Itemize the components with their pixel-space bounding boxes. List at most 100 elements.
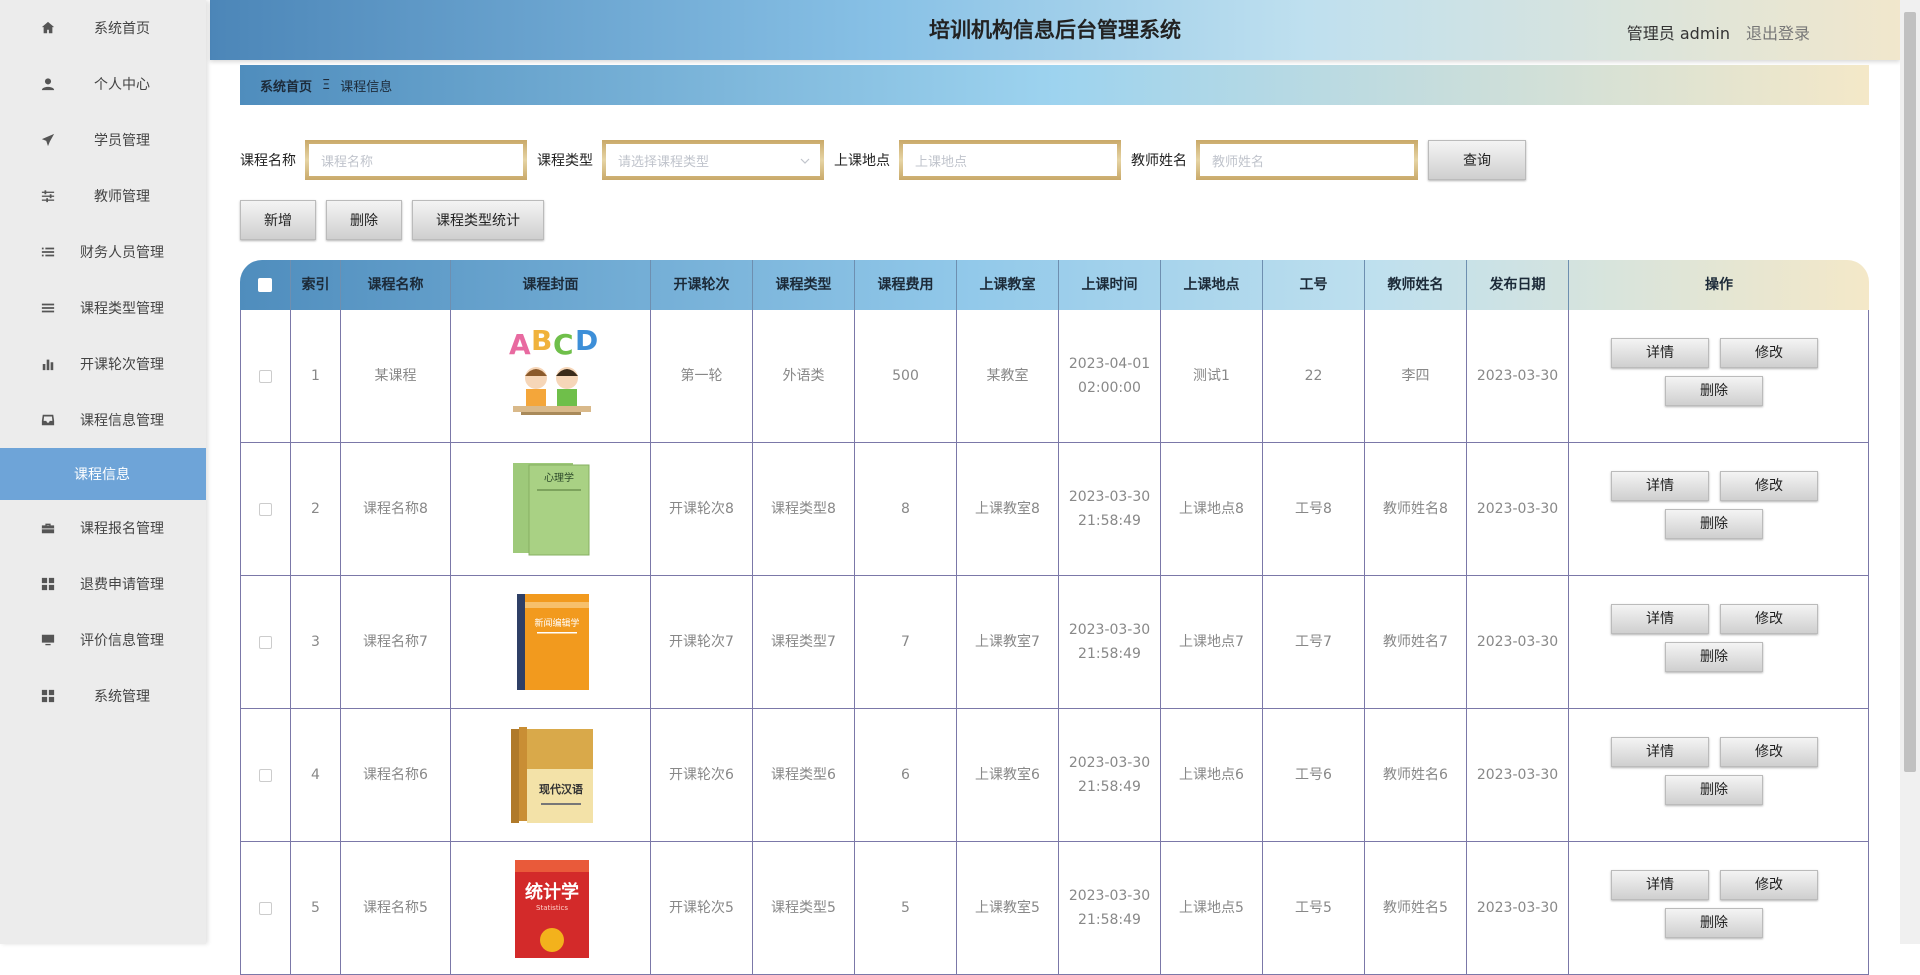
cell-room: 某教室 — [956, 310, 1058, 442]
sidebar-item-7[interactable]: 课程信息管理 — [0, 392, 206, 448]
sidebar-item-label: 课程类型管理 — [80, 301, 164, 317]
cell-type: 课程类型8 — [752, 443, 854, 575]
place-input[interactable]: 上课地点 — [899, 140, 1121, 180]
query-button[interactable]: 查询 — [1428, 140, 1526, 180]
sidebar-item-9[interactable]: 课程报名管理 — [0, 500, 206, 556]
breadcrumb-home[interactable]: 系统首页 — [260, 76, 312, 95]
sidebar-item-0[interactable]: 系统首页 — [0, 0, 206, 56]
paper-plane-icon — [40, 132, 56, 148]
teacher-input[interactable]: 教师姓名 — [1196, 140, 1418, 180]
cell-place: 上课地点5 — [1160, 842, 1262, 974]
cell-place: 上课地点8 — [1160, 443, 1262, 575]
row-actions-group: 详情 修改删除 — [1569, 443, 1868, 575]
course-time-date: 2023-03-30 — [1068, 622, 1151, 638]
course-type-stats-button[interactable]: 课程类型统计 — [412, 200, 544, 240]
sliders-icon — [40, 188, 56, 204]
admin-name: 管理员 admin — [1626, 24, 1730, 43]
svg-text:Statistics: Statistics — [536, 904, 568, 912]
cover-orange-book: 新闻编辑学 — [516, 594, 589, 690]
breadcrumb: 系统首页 Ξ 课程信息 — [240, 65, 1869, 105]
cell-teacher: 教师姓名5 — [1364, 842, 1466, 974]
row-checkbox-cell — [240, 576, 290, 708]
teacher-placeholder: 教师姓名 — [1200, 144, 1414, 176]
edit-button[interactable]: 修改 — [1720, 338, 1818, 368]
logout-link[interactable]: 退出登录 — [1746, 20, 1810, 44]
delete-button[interactable]: 删除 — [1665, 509, 1763, 539]
breadcrumb-separator: Ξ — [322, 77, 331, 93]
cell-index: 2 — [290, 443, 340, 575]
detail-button[interactable]: 详情 — [1611, 604, 1709, 634]
scrollbar-thumb[interactable] — [1904, 12, 1916, 772]
delete-button[interactable]: 删除 — [1665, 775, 1763, 805]
sidebar-item-3[interactable]: 教师管理 — [0, 168, 206, 224]
detail-button[interactable]: 详情 — [1611, 737, 1709, 767]
row-checkbox[interactable] — [259, 369, 272, 383]
cell-teacher: 李四 — [1364, 310, 1466, 442]
row-checkbox[interactable] — [259, 635, 272, 649]
course-time-date: 2023-03-30 — [1068, 888, 1151, 904]
sidebar-item-1[interactable]: 个人中心 — [0, 56, 206, 112]
sidebar-item-label: 个人中心 — [94, 77, 150, 93]
row-checkbox[interactable] — [259, 768, 272, 782]
batch-delete-button[interactable]: 删除 — [326, 200, 402, 240]
cell-type: 课程类型6 — [752, 709, 854, 841]
course-type-select[interactable]: 请选择课程类型 — [602, 140, 824, 180]
delete-button[interactable]: 删除 — [1665, 908, 1763, 938]
cell-type: 课程类型5 — [752, 842, 854, 974]
course-type-label: 课程类型 — [537, 153, 593, 169]
cell-date: 2023-03-30 — [1466, 709, 1568, 841]
cell-name: 课程名称7 — [340, 576, 450, 708]
column-header: 工号 — [1262, 260, 1364, 310]
course-time-text: 2023-03-30 21:58:49 — [1069, 884, 1150, 932]
detail-button[interactable]: 详情 — [1611, 471, 1709, 501]
cell-date: 2023-03-30 — [1466, 443, 1568, 575]
row-checkbox[interactable] — [259, 901, 272, 915]
row-checkbox[interactable] — [259, 502, 272, 516]
row-actions: 详情 修改删除 — [1568, 443, 1869, 575]
sidebar-item-12[interactable]: 系统管理 — [0, 668, 206, 724]
select-all-checkbox-cell[interactable] — [240, 260, 290, 310]
sidebar-item-4[interactable]: 财务人员管理 — [0, 224, 206, 280]
cell-date: 2023-03-30 — [1466, 310, 1568, 442]
sidebar-item-6[interactable]: 开课轮次管理 — [0, 336, 206, 392]
sidebar-item-label: 财务人员管理 — [80, 245, 164, 261]
select-all-checkbox[interactable] — [258, 278, 272, 292]
svg-text:统计学: 统计学 — [525, 881, 579, 903]
sidebar-item-2[interactable]: 学员管理 — [0, 112, 206, 168]
svg-text:新闻编辑学: 新闻编辑学 — [534, 617, 579, 629]
table-header: 索引 课程名称 课程封面 开课轮次 课程类型 课程费用 上课教室 上课时间 上课地点 工号 教师姓名… — [240, 260, 1869, 310]
edit-button[interactable]: 修改 — [1720, 604, 1818, 634]
page-scrollbar[interactable] — [1900, 0, 1920, 944]
course-time-text: 2023-03-30 21:58:49 — [1069, 751, 1150, 799]
sidebar-item-10[interactable]: 退费申请管理 — [0, 556, 206, 612]
course-time-clock: 21:58:49 — [1078, 912, 1141, 928]
svg-text:现代汉语: 现代汉语 — [539, 782, 583, 796]
sidebar-item-label: 课程信息管理 — [80, 413, 164, 429]
delete-button[interactable]: 删除 — [1665, 376, 1763, 406]
bars-icon — [40, 300, 56, 316]
row-actions-group: 详情 修改删除 — [1569, 842, 1868, 974]
sidebar-item-5[interactable]: 课程类型管理 — [0, 280, 206, 336]
edit-button[interactable]: 修改 — [1720, 737, 1818, 767]
cell-room: 上课教室8 — [956, 443, 1058, 575]
sidebar-item-label: 评价信息管理 — [80, 633, 164, 649]
course-time-date: 2023-03-30 — [1068, 489, 1151, 505]
sidebar-item-label: 学员管理 — [94, 133, 150, 149]
inbox-icon — [40, 412, 56, 428]
course-name-input[interactable]: 课程名称 — [305, 140, 527, 180]
course-cover: 统计学 Statistics — [450, 842, 650, 974]
cover-abcd-kids: ABCD — [509, 326, 598, 415]
detail-button[interactable]: 详情 — [1611, 870, 1709, 900]
course-time-date: 2023-03-30 — [1068, 755, 1151, 771]
sidebar-item-11[interactable]: 评价信息管理 — [0, 612, 206, 668]
edit-button[interactable]: 修改 — [1720, 471, 1818, 501]
sidebar-item-8[interactable]: 课程信息 — [0, 448, 206, 500]
detail-button[interactable]: 详情 — [1611, 338, 1709, 368]
edit-button[interactable]: 修改 — [1720, 870, 1818, 900]
user-icon — [40, 76, 56, 92]
delete-button[interactable]: 删除 — [1665, 642, 1763, 672]
cell-place: 测试1 — [1160, 310, 1262, 442]
row-actions-group: 详情 修改删除 — [1569, 709, 1868, 841]
svg-text:C: C — [553, 328, 574, 361]
add-button[interactable]: 新增 — [240, 200, 316, 240]
